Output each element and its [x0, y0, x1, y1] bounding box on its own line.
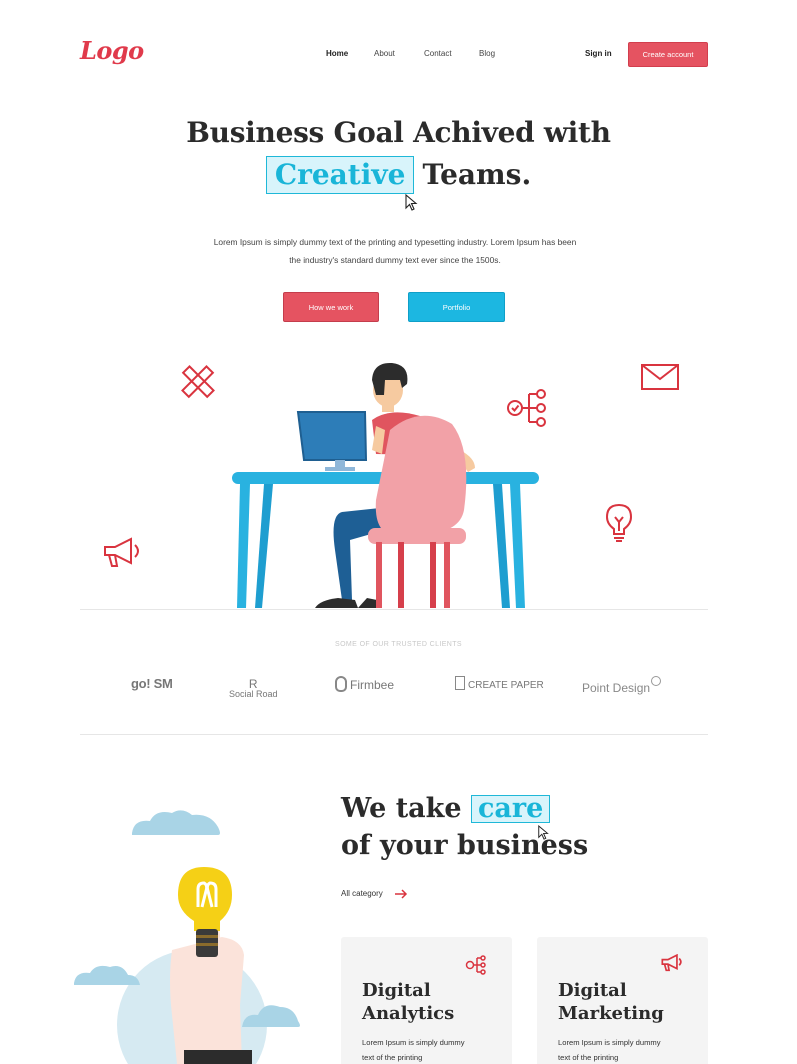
client-logo-gosm: go! SM	[131, 676, 173, 691]
service-card-marketing[interactable]: Digital Marketing Lorem Ipsum is simply …	[537, 937, 708, 1064]
card-text-line1: Lorem Ipsum is simply dummy	[558, 1038, 661, 1047]
client-logo-socialroad-text: Social Road	[229, 689, 278, 699]
portfolio-button[interactable]: Portfolio	[408, 292, 505, 322]
ruler-pencil-icon	[181, 365, 215, 399]
client-logo-firmbee-text: Firmbee	[350, 678, 395, 692]
hero-description: Lorem Ipsum is simply dummy text of the …	[185, 233, 605, 269]
hero-title-line2: Creative Teams.	[0, 156, 797, 194]
megaphone-icon	[104, 537, 139, 567]
card-title-line1: Digital	[558, 980, 627, 1001]
landing-page: Logo Home About Contact Blog Sign in Cre…	[0, 0, 797, 1064]
card-title: Digital Analytics	[362, 979, 454, 1025]
create-account-button[interactable]: Create account	[628, 42, 708, 67]
card-title-line2: Marketing	[558, 1003, 664, 1024]
card-title-line2: Analytics	[362, 1003, 455, 1024]
megaphone-icon	[661, 954, 682, 972]
network-icon	[465, 955, 486, 975]
client-logo-pointdesign-text: Point Design	[582, 681, 651, 695]
signin-link[interactable]: Sign in	[585, 49, 612, 58]
card-text: Lorem Ipsum is simply dummy text of the …	[558, 1035, 688, 1064]
hero-title-line1: Business Goal Achived with	[186, 116, 611, 149]
cursor-icon	[538, 825, 549, 840]
card-text-line1: Lorem Ipsum is simply dummy	[362, 1038, 465, 1047]
paper-mark-icon	[455, 676, 465, 690]
hero-highlight-word: Creative	[265, 156, 415, 194]
hero-title-rest: Teams.	[422, 158, 532, 191]
card-text-line2: text of the printing	[558, 1053, 619, 1062]
care-heading-prefix: We take	[341, 793, 462, 824]
care-highlight-word: care	[470, 795, 551, 823]
socialroad-mark-icon: R	[248, 677, 258, 691]
card-title-line1: Digital	[362, 980, 431, 1001]
card-title: Digital Marketing	[558, 979, 664, 1025]
how-we-work-button[interactable]: How we work	[283, 292, 379, 322]
hero-illustration	[232, 362, 539, 608]
mail-icon	[641, 364, 679, 390]
firmbee-mark-icon	[335, 676, 347, 692]
idea-illustration	[74, 810, 300, 1064]
hero-description-line2: the industry's standard dummy text ever …	[289, 255, 501, 265]
client-logo-firmbee: Firmbee	[335, 676, 394, 692]
card-text: Lorem Ipsum is simply dummy text of the …	[362, 1035, 492, 1064]
logo[interactable]: Logo	[80, 36, 144, 65]
lightbulb-icon	[605, 503, 633, 542]
nav-blog[interactable]: Blog	[479, 49, 495, 58]
care-heading-line2: of your business	[341, 830, 589, 861]
service-card-analytics[interactable]: Digital Analytics Lorem Ipsum is simply …	[341, 937, 512, 1064]
client-logo-createpaper-text: CREATE PAPER	[468, 680, 544, 691]
care-heading-line1: We take care	[341, 793, 551, 824]
client-logo-createpaper: CREATE PAPER	[455, 676, 544, 691]
nav-home[interactable]: Home	[326, 49, 348, 58]
cursor-icon	[405, 194, 418, 211]
arrow-right-icon[interactable]	[394, 889, 408, 899]
nav-contact[interactable]: Contact	[424, 49, 452, 58]
point-mark-icon	[651, 676, 662, 686]
client-logo-socialroad: R Social Road	[229, 677, 278, 699]
client-logo-pointdesign: Point Design	[582, 676, 662, 695]
all-category-link[interactable]: All category	[341, 889, 383, 898]
clients-divider	[80, 734, 708, 735]
hero-description-line1: Lorem Ipsum is simply dummy text of the …	[213, 237, 577, 247]
clients-title: SOME OF OUR TRUSTED CLIENTS	[335, 641, 462, 648]
nav-about[interactable]: About	[374, 49, 395, 58]
hero-divider	[80, 609, 708, 610]
card-text-line2: text of the printing	[362, 1053, 423, 1062]
network-icon	[507, 389, 546, 427]
